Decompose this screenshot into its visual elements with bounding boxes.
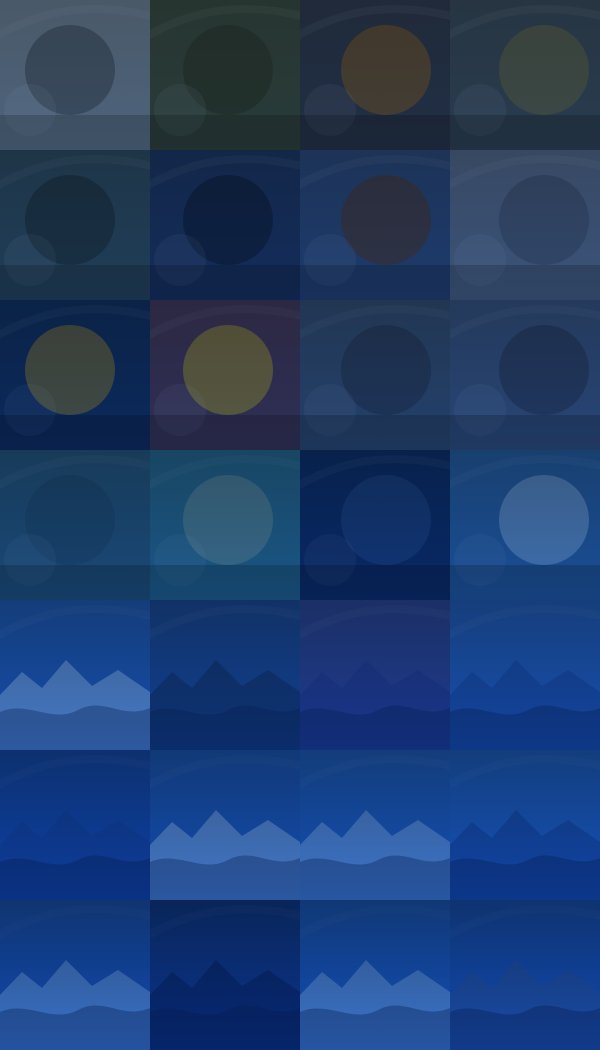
elephant-photo <box>450 150 600 300</box>
insect-photo <box>150 450 300 600</box>
tile-snowy-mountains[interactable] <box>0 600 150 750</box>
tile-starfield[interactable] <box>0 750 150 900</box>
city-photo <box>150 600 300 750</box>
bear-photo <box>150 0 300 150</box>
stars-photo <box>0 750 150 900</box>
woman-back-photo <box>450 300 600 450</box>
logs-dog-photo <box>300 150 450 300</box>
icebergs-photo <box>450 750 600 900</box>
woman-portrait-photo <box>300 300 450 450</box>
tile-coastal-town[interactable] <box>150 150 300 300</box>
tile-purple-horizon[interactable] <box>300 600 450 750</box>
tile-city-aerial[interactable] <box>150 600 300 750</box>
spark-photo <box>0 300 150 450</box>
glacier-photo <box>0 900 150 1050</box>
vintage-car-photo <box>0 150 150 300</box>
tile-bird-window[interactable] <box>300 900 450 1050</box>
hills-photo <box>450 600 600 750</box>
rock-arch-photo <box>450 900 600 1050</box>
tile-logs-dog[interactable] <box>300 150 450 300</box>
bird-photo <box>300 900 450 1050</box>
tile-tiger[interactable] <box>300 0 450 150</box>
forest-photo <box>0 450 150 600</box>
boy-microphone-photo <box>450 450 600 600</box>
tile-woman-wind[interactable] <box>450 300 600 450</box>
tile-rocket-launch[interactable] <box>300 750 450 900</box>
museum-hall-photo <box>450 0 600 150</box>
tile-blue-hills[interactable] <box>450 600 600 750</box>
lake-photo <box>150 750 300 900</box>
tile-seagulls-city[interactable] <box>0 0 150 150</box>
tile-forest-mist[interactable] <box>0 450 150 600</box>
tile-glacier[interactable] <box>0 900 150 1050</box>
tile-woman-glasses[interactable] <box>300 300 450 450</box>
photo-grid <box>0 0 600 1050</box>
seagulls-city-photo <box>0 0 150 150</box>
tile-insect-macro[interactable] <box>150 450 300 600</box>
tile-fruit[interactable] <box>150 300 300 450</box>
mountains-photo <box>0 600 150 750</box>
tile-boy-microphone[interactable] <box>450 450 600 600</box>
tile-geometric-structure[interactable] <box>300 450 450 600</box>
tile-vintage-car[interactable] <box>0 150 150 300</box>
horizon-photo <box>300 600 450 750</box>
rocket-photo <box>300 750 450 900</box>
tile-tent-night[interactable] <box>150 900 300 1050</box>
fruit-photo <box>150 300 300 450</box>
tile-rock-arch[interactable] <box>450 900 600 1050</box>
coastal-town-photo <box>150 150 300 300</box>
tile-museum-hall[interactable] <box>450 0 600 150</box>
tile-steel-wool-spark[interactable] <box>0 300 150 450</box>
tile-bear[interactable] <box>150 0 300 150</box>
tile-icebergs[interactable] <box>450 750 600 900</box>
structure-photo <box>300 450 450 600</box>
tiger-photo <box>300 0 450 150</box>
tile-elephant[interactable] <box>450 150 600 300</box>
tent-photo <box>150 900 300 1050</box>
tile-mountain-lake[interactable] <box>150 750 300 900</box>
